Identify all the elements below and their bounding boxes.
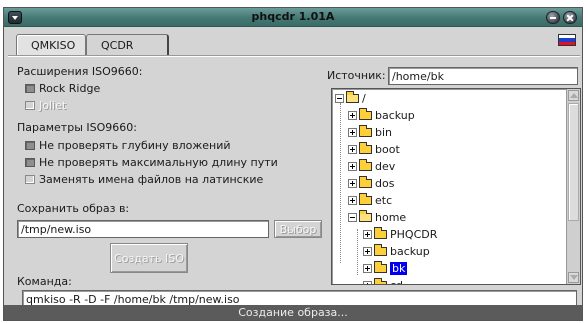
status-bar: Создание образа... bbox=[4, 305, 582, 320]
collapse-icon[interactable] bbox=[348, 212, 357, 222]
joliet-label: Joliet bbox=[39, 99, 67, 112]
close-button[interactable] bbox=[563, 11, 577, 24]
tree-node-root[interactable]: / bbox=[335, 91, 366, 105]
tree-scrollbar[interactable] bbox=[566, 89, 580, 284]
tree-node-label: backup bbox=[375, 108, 415, 122]
folder-icon bbox=[359, 108, 372, 120]
command-label: Команда: bbox=[17, 275, 72, 288]
tree-node-phqcdr[interactable]: PHQCDR bbox=[363, 227, 437, 241]
folder-icon bbox=[359, 142, 372, 154]
save-path-input[interactable]: /tmp/new.iso bbox=[17, 220, 269, 238]
no-length-check-checkbox[interactable]: Не проверять максимальную длину пути bbox=[25, 156, 278, 169]
tree-node-label: home bbox=[375, 210, 407, 224]
tree-node-dev[interactable]: dev bbox=[348, 159, 395, 173]
no-length-check-label: Не проверять максимальную длину пути bbox=[39, 156, 278, 169]
tree-node-bk[interactable]: bk bbox=[363, 261, 408, 275]
expand-icon[interactable] bbox=[348, 110, 357, 120]
folder-icon bbox=[374, 244, 387, 256]
expand-icon[interactable] bbox=[363, 280, 372, 284]
create-iso-button[interactable]: Создать ISO bbox=[110, 243, 188, 273]
tree-node-label: etc bbox=[375, 193, 393, 207]
latin-names-check-icon bbox=[25, 175, 35, 184]
expand-icon[interactable] bbox=[363, 246, 372, 256]
latin-names-checkbox[interactable]: Заменять имена файлов на латинские bbox=[25, 173, 263, 186]
folder-open-icon bbox=[346, 91, 359, 103]
tree-node-label: boot bbox=[375, 142, 400, 156]
rock-ridge-check-icon bbox=[25, 84, 35, 93]
folder-icon bbox=[359, 176, 372, 188]
tab-qcdr[interactable]: QCDR bbox=[86, 34, 169, 56]
no-length-check-icon bbox=[25, 158, 35, 167]
folder-icon bbox=[374, 261, 387, 273]
directory-tree[interactable]: / backup bin boot dev dos etc home PHQCD… bbox=[331, 88, 581, 285]
folder-icon bbox=[374, 278, 387, 284]
minimize-button[interactable] bbox=[546, 11, 560, 24]
scroll-up-icon[interactable] bbox=[568, 90, 579, 101]
folder-icon bbox=[359, 193, 372, 205]
tree-node-boot[interactable]: boot bbox=[348, 142, 400, 156]
tree-node-label: cd bbox=[390, 278, 404, 285]
tree-node-label: dos bbox=[375, 176, 395, 190]
tree-node-bin[interactable]: bin bbox=[348, 125, 392, 139]
save-image-label: Сохранить образ в: bbox=[17, 202, 130, 215]
no-depth-check-icon bbox=[25, 141, 35, 150]
tree-node-label: PHQCDR bbox=[390, 227, 438, 241]
no-depth-check-checkbox[interactable]: Не проверять глубину вложений bbox=[25, 139, 231, 152]
folder-icon bbox=[359, 159, 372, 171]
expand-icon[interactable] bbox=[348, 127, 357, 137]
tree-node-label: backup bbox=[390, 244, 430, 258]
language-flag-icon[interactable] bbox=[558, 34, 576, 46]
tree-node-dos[interactable]: dos bbox=[348, 176, 394, 190]
folder-open-icon bbox=[359, 210, 372, 222]
iso-params-heading: Параметры ISO9660: bbox=[17, 121, 137, 134]
folder-icon bbox=[374, 227, 387, 239]
expand-icon[interactable] bbox=[363, 229, 372, 239]
app-window: phqcdr 1.01A QMKISO QCDR Расширения ISO9… bbox=[3, 7, 583, 321]
latin-names-label: Заменять имена файлов на латинские bbox=[39, 173, 264, 186]
tree-node-label: dev bbox=[375, 159, 396, 173]
title-bar[interactable]: phqcdr 1.01A bbox=[4, 8, 582, 27]
expand-icon[interactable] bbox=[348, 195, 357, 205]
tree-node-cd[interactable]: cd bbox=[363, 278, 404, 285]
rock-ridge-label: Rock Ridge bbox=[39, 82, 101, 95]
expand-icon[interactable] bbox=[348, 161, 357, 171]
expand-icon[interactable] bbox=[348, 144, 357, 154]
browse-button[interactable]: Выбор bbox=[274, 220, 322, 238]
source-label: Источник: bbox=[327, 69, 386, 82]
rock-ridge-checkbox[interactable]: Rock Ridge bbox=[25, 82, 100, 95]
joliet-checkbox[interactable]: Joliet bbox=[25, 99, 66, 112]
tree-node-etc[interactable]: etc bbox=[348, 193, 392, 207]
scroll-down-icon[interactable] bbox=[568, 272, 579, 283]
joliet-check-icon bbox=[25, 101, 35, 110]
expand-icon[interactable] bbox=[348, 178, 357, 188]
tab-qmkiso[interactable]: QMKISO bbox=[16, 34, 86, 56]
tree-node-home-backup[interactable]: backup bbox=[363, 244, 430, 258]
folder-icon bbox=[359, 125, 372, 137]
expand-icon[interactable] bbox=[363, 263, 372, 273]
tree-node-home[interactable]: home bbox=[348, 210, 406, 224]
scroll-thumb[interactable] bbox=[568, 103, 579, 221]
window-title: phqcdr 1.01A bbox=[251, 10, 335, 23]
iso-extensions-heading: Расширения ISO9660: bbox=[17, 65, 143, 78]
source-path-input[interactable]: /home/bk bbox=[388, 67, 578, 85]
tree-node-label-selected: bk bbox=[390, 261, 408, 275]
tree-node-label: bin bbox=[375, 125, 393, 139]
no-depth-check-label: Не проверять глубину вложений bbox=[39, 139, 231, 152]
tree-node-label: / bbox=[362, 91, 366, 105]
collapse-icon[interactable] bbox=[335, 93, 344, 103]
tree-node-backup[interactable]: backup bbox=[348, 108, 415, 122]
